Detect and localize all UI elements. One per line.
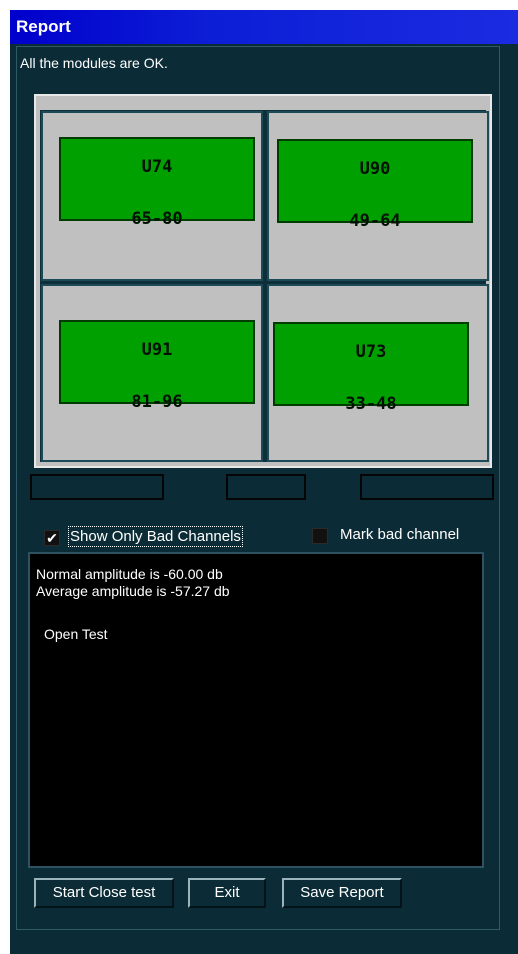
test-name-text: Open Test (44, 626, 108, 642)
module-cell-u74: U74 65-80 (41, 111, 263, 281)
mark-bad-label[interactable]: Mark bad channel (340, 526, 459, 543)
normal-amplitude-text: Normal amplitude is -60.00 db (36, 566, 223, 582)
module-cell-u73: U73 33-48 (267, 284, 489, 462)
module-name: U90 (359, 159, 391, 179)
module-u73[interactable]: U73 33-48 (273, 322, 469, 414)
module-cell-u90: U90 49-64 (267, 111, 489, 281)
module-u74[interactable]: U74 65-80 (59, 137, 255, 229)
module-map: U74 65-80 U90 49-64 U91 81-96 U73 33-48 (34, 94, 492, 468)
status-message: All the modules are OK. (20, 55, 168, 71)
module-range: 65-80 (131, 209, 183, 229)
module-grid: U74 65-80 U90 49-64 U91 81-96 U73 33-48 (40, 110, 489, 462)
exit-button[interactable]: Exit (188, 878, 266, 908)
module-range: 49-64 (349, 211, 401, 231)
module-u91[interactable]: U91 81-96 (59, 320, 255, 412)
module-u90[interactable]: U90 49-64 (277, 139, 473, 231)
mark-bad-checkbox[interactable] (312, 528, 328, 544)
save-report-button[interactable]: Save Report (282, 878, 402, 908)
window-title: Report (10, 10, 518, 44)
connector-slot-left (30, 474, 164, 500)
module-name: U73 (355, 342, 387, 362)
show-only-bad-label[interactable]: Show Only Bad Channels (68, 526, 243, 547)
show-only-bad-checkbox[interactable]: ✔ (44, 530, 60, 546)
report-log[interactable]: Normal amplitude is -60.00 db Average am… (28, 552, 484, 868)
module-range: 81-96 (131, 392, 183, 412)
module-name: U74 (141, 157, 173, 177)
average-amplitude-text: Average amplitude is -57.27 db (36, 583, 230, 599)
module-cell-u91: U91 81-96 (41, 284, 263, 462)
start-close-test-button[interactable]: Start Close test (34, 878, 174, 908)
connector-slot-right (360, 474, 494, 500)
connector-slot-middle (226, 474, 306, 500)
module-name: U91 (141, 340, 173, 360)
module-range: 33-48 (345, 394, 397, 414)
